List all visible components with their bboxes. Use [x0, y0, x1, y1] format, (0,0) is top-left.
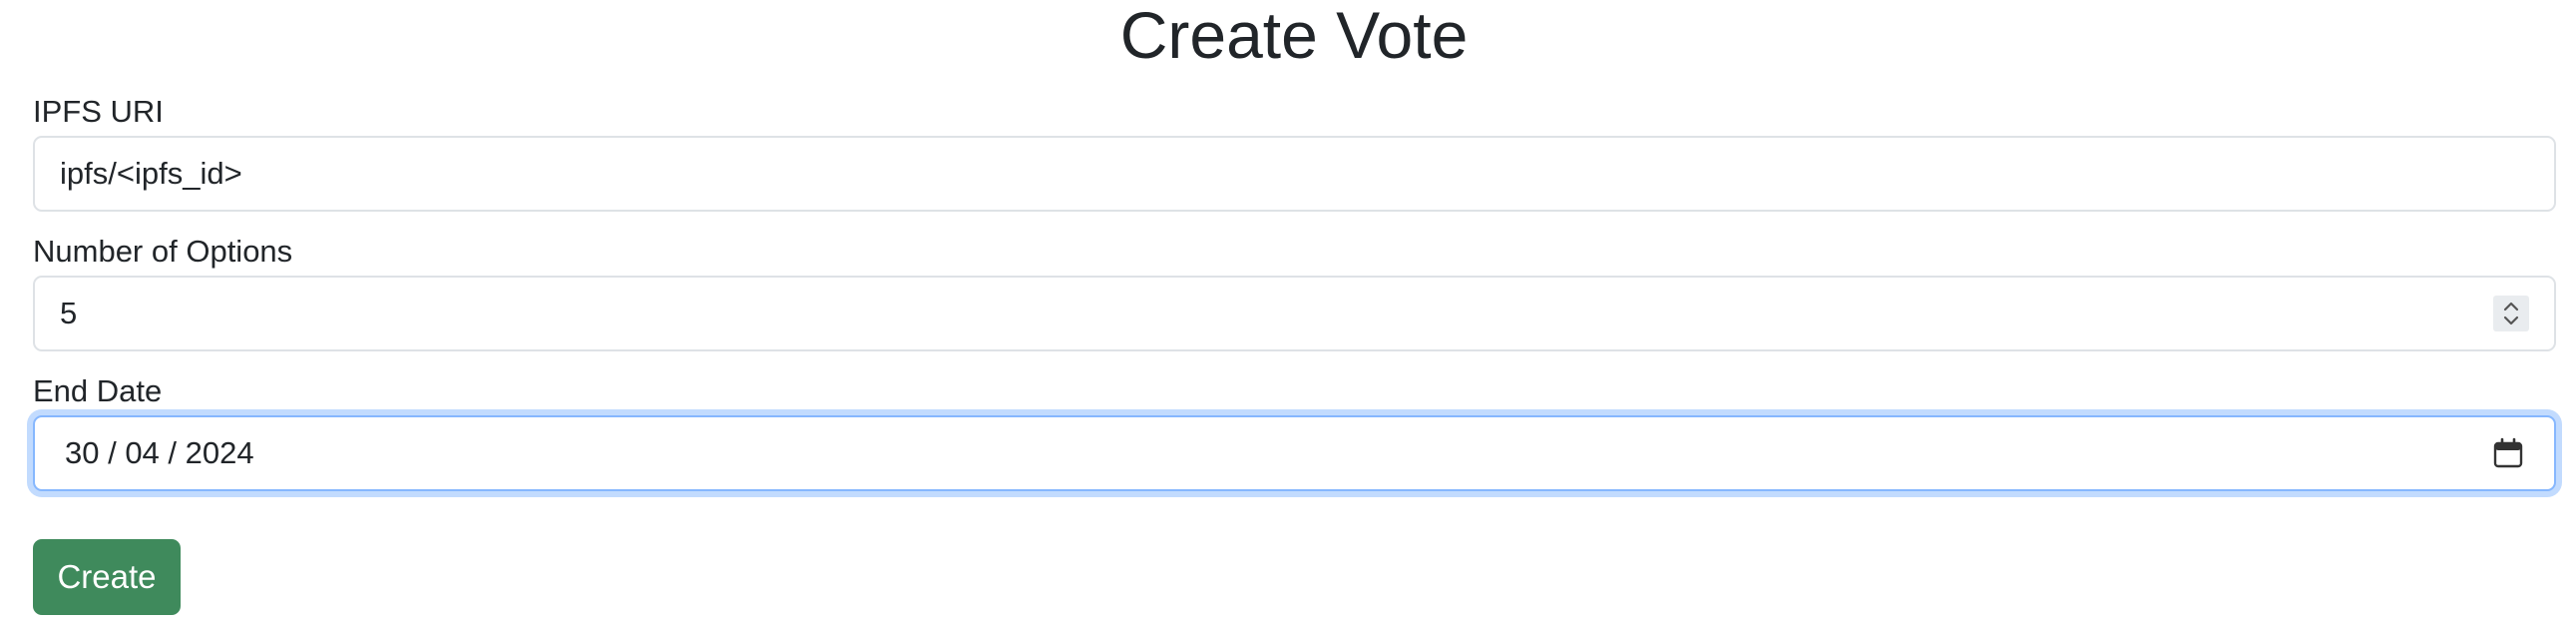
number-of-options-label: Number of Options	[33, 234, 293, 269]
ipfs-uri-input[interactable]: ipfs/<ipfs_id>	[33, 136, 2556, 212]
number-of-options-value: 5	[60, 296, 78, 330]
chevron-up-down-icon[interactable]	[2493, 296, 2529, 331]
ipfs-uri-value: ipfs/<ipfs_id>	[60, 156, 242, 191]
create-vote-page: Create Vote IPFS URI ipfs/<ipfs_id> Numb…	[0, 0, 2576, 635]
end-date-input[interactable]: 30 / 04 / 2024	[33, 415, 2556, 491]
end-date-value: 30 / 04 / 2024	[65, 435, 254, 470]
end-date-label: End Date	[33, 373, 163, 408]
calendar-icon[interactable]	[2491, 436, 2525, 470]
page-title: Create Vote	[1119, 0, 1469, 72]
number-of-options-input[interactable]: 5	[33, 276, 2556, 351]
create-button[interactable]: Create	[33, 539, 181, 615]
ipfs-uri-label: IPFS URI	[33, 94, 164, 129]
